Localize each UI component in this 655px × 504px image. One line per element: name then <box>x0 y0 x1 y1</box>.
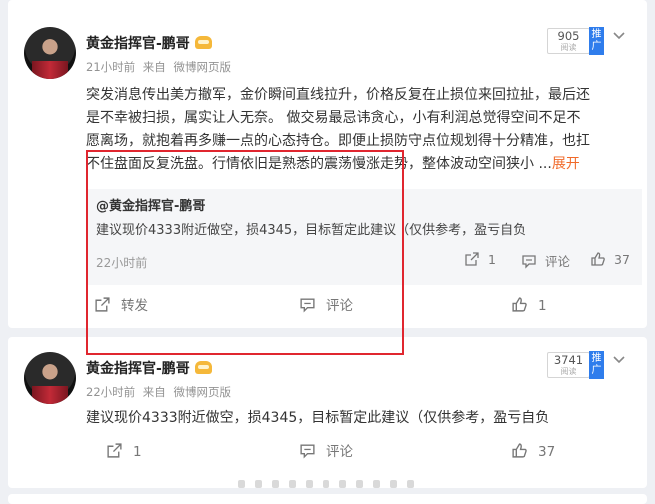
quoted-like-count: 37 <box>614 252 630 267</box>
quoted-time[interactable]: 22小时前 <box>96 254 147 271</box>
post-meta: 22小时前 来自 微博网页版 <box>86 384 231 400</box>
quoted-like-button[interactable]: 37 <box>590 251 630 267</box>
share-count: 1 <box>133 444 142 460</box>
quoted-share-button[interactable]: 1 <box>464 251 496 267</box>
chevron-down-icon[interactable] <box>612 353 626 367</box>
post-text: 建议现价4333附近做空，损4345，目标暂定此建议（仅供参考，盈亏自负 <box>86 410 550 426</box>
weibo-post-card: 黄金指挥官-鹏哥 21小时前 来自 微博网页版 905 阅读 推广 突发消息传出… <box>8 0 647 328</box>
author-name[interactable]: 黄金指挥官-鹏哥 <box>86 358 212 378</box>
post-source: 微博网页版 <box>173 60 231 74</box>
post-text-line: 是不幸被扫损，属实让人无奈。 做交易最忌讳贪心，小有利润总觉得空间不足不 <box>86 110 581 126</box>
like-count: 37 <box>538 444 556 460</box>
weibo-post-card: 黄金指挥官-鹏哥 22小时前 来自 微博网页版 3741 阅读 推广 建议现价4… <box>8 337 647 488</box>
quoted-comment-label: 评论 <box>545 254 571 269</box>
author-name-text[interactable]: 黄金指挥官-鹏哥 <box>86 36 190 52</box>
quoted-share-count: 1 <box>488 252 496 267</box>
crown-badge-icon <box>194 361 212 374</box>
thumbs-up-icon <box>591 252 605 266</box>
post-text: 突发消息传出美方撤军，金价瞬间直线拉升，价格反复在止损位来回拉扯，最后还 是不幸… <box>86 84 638 176</box>
read-label: 阅读 <box>560 43 577 52</box>
read-count-badge: 3741 阅读 <box>547 352 590 378</box>
post-text-line: 突发消息传出美方撤军，金价瞬间直线拉升，价格反复在止损位来回拉扯，最后还 <box>86 87 590 103</box>
like-button[interactable]: 1 <box>511 286 547 326</box>
avatar[interactable] <box>24 352 76 404</box>
author-name[interactable]: 黄金指挥官-鹏哥 <box>86 33 212 53</box>
avatar[interactable] <box>24 27 76 79</box>
share-icon <box>95 297 110 312</box>
like-count: 1 <box>538 298 547 314</box>
comment-label: 评论 <box>326 298 353 314</box>
comment-icon <box>300 444 315 459</box>
promote-button[interactable]: 推广 <box>589 27 604 55</box>
post-text-line: 不住盘面反复洗盘。行情依旧是熟悉的震荡慢涨走势，整体波动空间狭小 ... <box>86 156 552 172</box>
thumbs-up-icon <box>512 443 527 458</box>
quoted-text: 建议现价4333附近做空，损4345，目标暂定此建议（仅供参考，盈亏自负 <box>96 223 527 238</box>
weibo-post-card-partial <box>8 494 647 504</box>
read-label: 阅读 <box>560 367 577 376</box>
post-source: 微博网页版 <box>173 385 231 399</box>
post-text-line: 愿离场，就抱着再多赚一点的心态持仓。即便止损防守点位规划得十分精准，也扛 <box>86 133 590 149</box>
author-name-text[interactable]: 黄金指挥官-鹏哥 <box>86 361 190 377</box>
share-icon <box>107 443 122 458</box>
promote-button[interactable]: 推广 <box>589 351 604 379</box>
post-time[interactable]: 22小时前 <box>86 385 135 399</box>
like-button[interactable]: 37 <box>511 432 555 472</box>
comment-icon <box>300 298 315 313</box>
source-prefix: 来自 <box>142 60 166 74</box>
post-actions: 转发 评论 1 <box>8 286 647 326</box>
comment-label: 评论 <box>326 444 353 460</box>
crown-badge-icon <box>194 36 212 49</box>
source-prefix: 来自 <box>142 385 166 399</box>
share-icon <box>465 252 479 266</box>
repost-label: 转发 <box>121 298 148 314</box>
repost-button[interactable]: 转发 <box>94 286 148 326</box>
quoted-post[interactable]: @黄金指挥官-鹏哥 建议现价4333附近做空，损4345，目标暂定此建议（仅供参… <box>86 189 642 285</box>
post-text-line-last: 不住盘面反复洗盘。行情依旧是熟悉的震荡慢涨走势，整体波动空间狭小 ...展开 <box>86 153 638 176</box>
quoted-comment-button[interactable]: 评论 <box>521 251 570 270</box>
thumbs-up-icon <box>512 297 527 312</box>
read-count: 3741 <box>553 353 584 367</box>
comment-button[interactable]: 评论 <box>299 432 353 472</box>
quoted-author[interactable]: @黄金指挥官-鹏哥 <box>96 195 205 214</box>
comment-icon <box>522 255 536 269</box>
post-actions: 1 评论 37 <box>8 432 647 472</box>
expand-link[interactable]: 展开 <box>552 156 580 172</box>
post-time[interactable]: 21小时前 <box>86 60 135 74</box>
post-meta: 21小时前 来自 微博网页版 <box>86 59 231 75</box>
chevron-down-icon[interactable] <box>612 29 626 43</box>
loading-placeholder <box>238 480 414 489</box>
read-count-badge: 905 阅读 <box>547 28 590 54</box>
share-button[interactable]: 1 <box>106 432 142 472</box>
read-count: 905 <box>557 29 580 43</box>
comment-button[interactable]: 评论 <box>299 286 353 326</box>
